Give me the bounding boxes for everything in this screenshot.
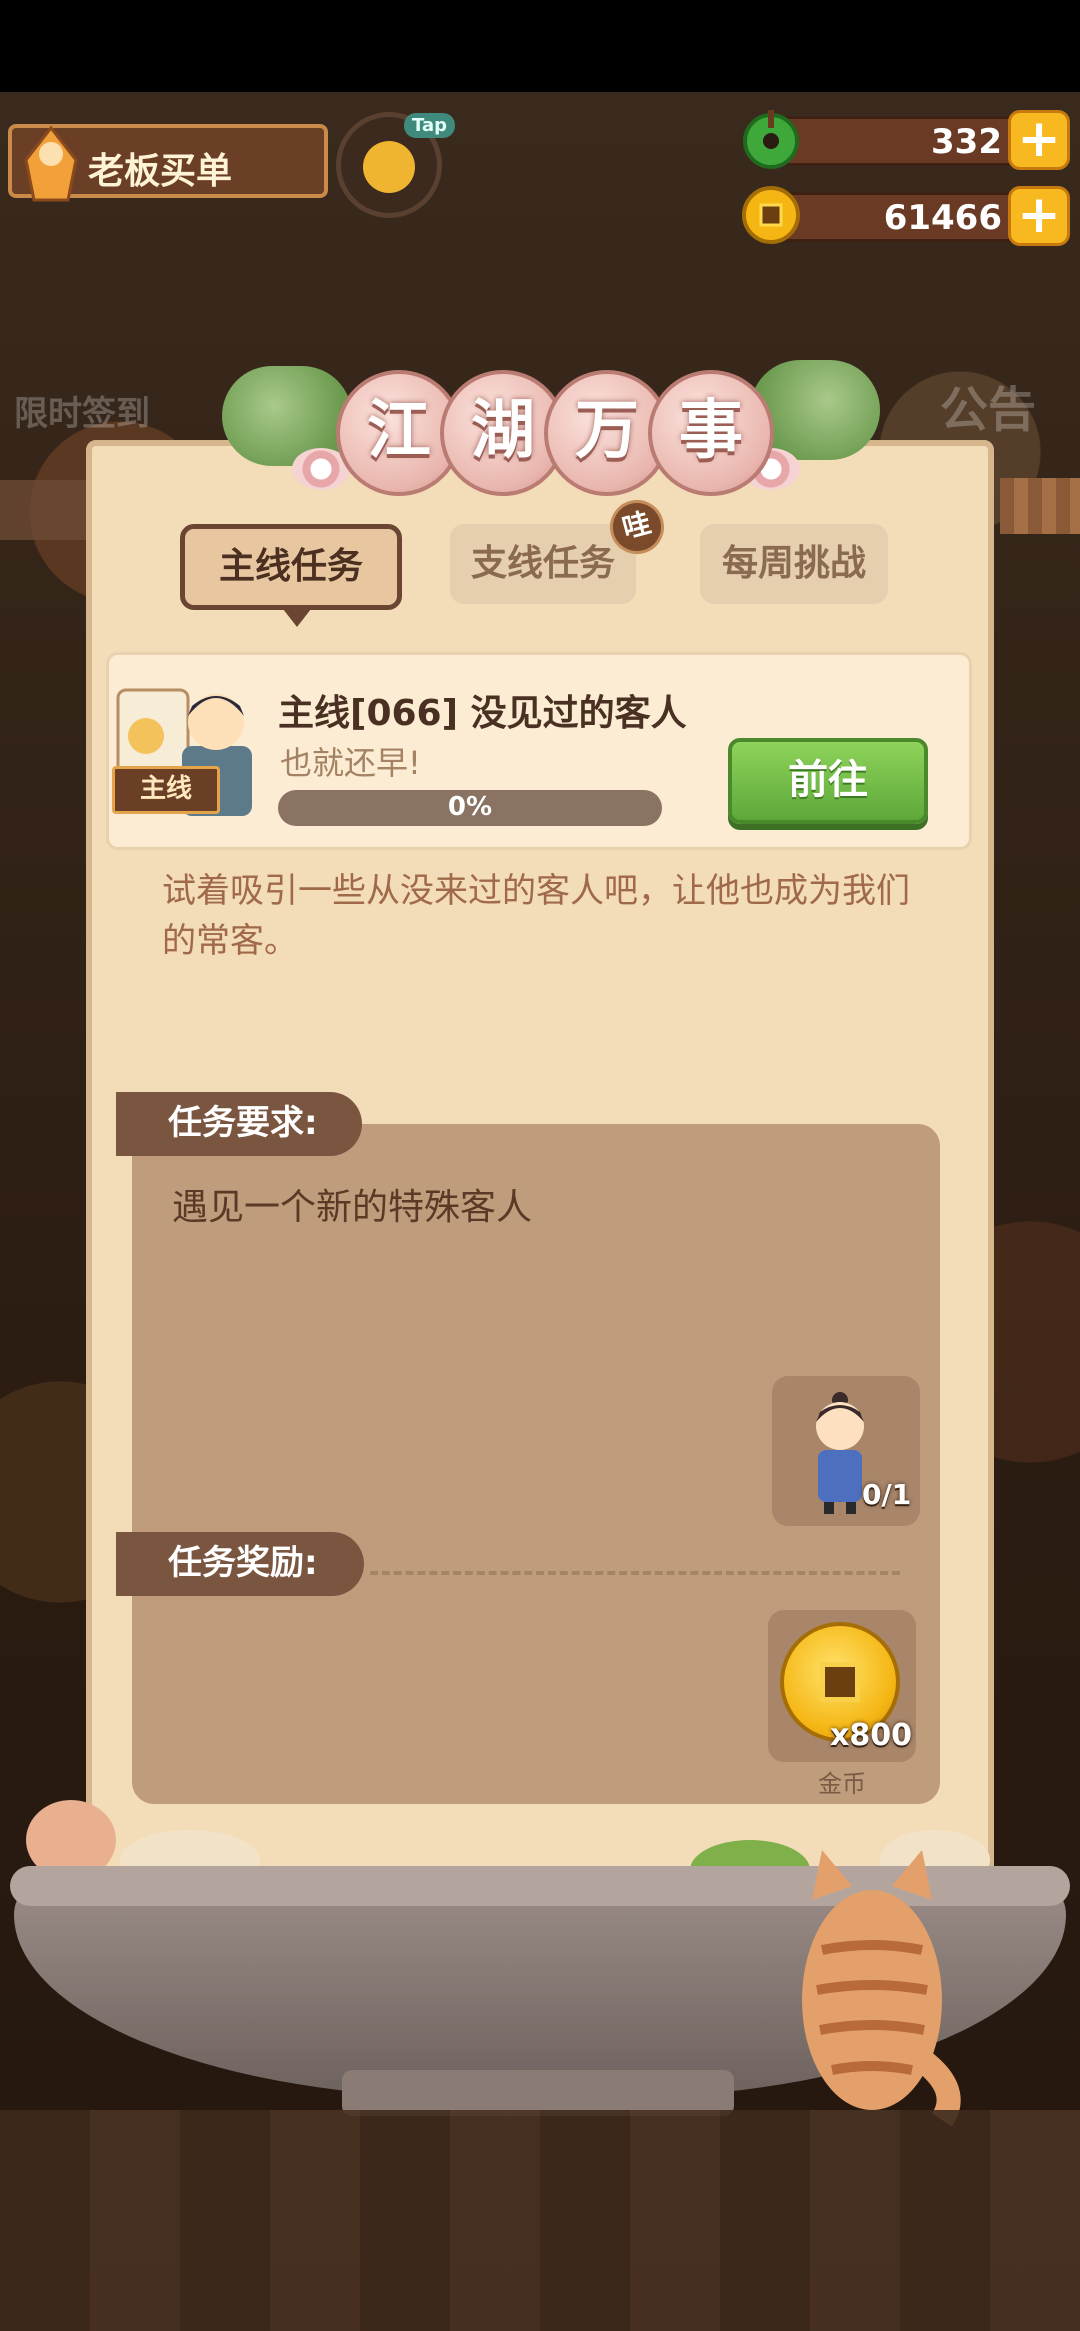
tab-label: 每周挑战	[721, 543, 866, 584]
tab-label: 支线任务	[470, 543, 615, 584]
reward-name: 金币	[818, 1770, 866, 1798]
jade-value: 332	[931, 122, 1002, 162]
task-title: 主线[066] 没见过的客人	[278, 693, 687, 734]
mainline-tag: 主线	[112, 766, 220, 814]
task-description: 试着吸引一些从没来过的客人吧，让他也成为我们的常客。	[162, 871, 910, 961]
tab-weekly-challenge[interactable]: 每周挑战	[700, 524, 888, 604]
requirement-text: 遇见一个新的特殊客人	[172, 1187, 533, 1228]
customer-count: 0/1	[862, 1478, 912, 1511]
tab-pointer	[283, 609, 311, 627]
task-progress-bar: 0%	[278, 790, 662, 826]
boss-bill-label: 老板买单	[88, 151, 233, 192]
coin-counter: 61466 +	[740, 184, 1070, 248]
notice-label[interactable]: 公告	[940, 370, 1036, 440]
tab-main-quest[interactable]: 主线任务	[180, 524, 402, 627]
divider	[370, 1571, 900, 1575]
cat-icon	[802, 1850, 961, 2127]
scroll-rod-left	[0, 480, 86, 540]
jade-counter: 332 +	[740, 108, 1070, 172]
tab-side-quest[interactable]: 支线任务	[450, 524, 636, 604]
add-jade-button[interactable]: +	[1008, 110, 1070, 170]
tab-label: 主线任务	[218, 546, 363, 587]
status-bar	[0, 0, 1080, 92]
restaurant-floor	[0, 2110, 1080, 2331]
boss-icon	[24, 125, 78, 202]
boss-bill-button[interactable]: 老板买单	[8, 124, 328, 202]
reward-label: 任务奖励:	[116, 1532, 364, 1596]
requirement-label: 任务要求:	[116, 1092, 362, 1156]
add-coin-button[interactable]: +	[1008, 186, 1070, 246]
tap-button[interactable]: Tap	[336, 112, 455, 218]
progress-text: 0%	[447, 792, 493, 822]
panel-title: 江 湖 万 事	[222, 352, 880, 502]
task-subtitle: 也就还早!	[280, 744, 421, 782]
scroll-rod-right	[1000, 478, 1080, 534]
go-button[interactable]: 前往	[728, 738, 928, 824]
title-char: 事	[648, 370, 774, 496]
signin-label[interactable]: 限时签到	[14, 386, 150, 435]
tap-tag: Tap	[404, 113, 455, 138]
reward-amount: x800	[830, 1718, 912, 1753]
jade-icon	[743, 110, 799, 169]
coin-value: 61466	[883, 198, 1002, 238]
coin-icon	[742, 186, 800, 244]
duck-icon	[363, 141, 415, 193]
